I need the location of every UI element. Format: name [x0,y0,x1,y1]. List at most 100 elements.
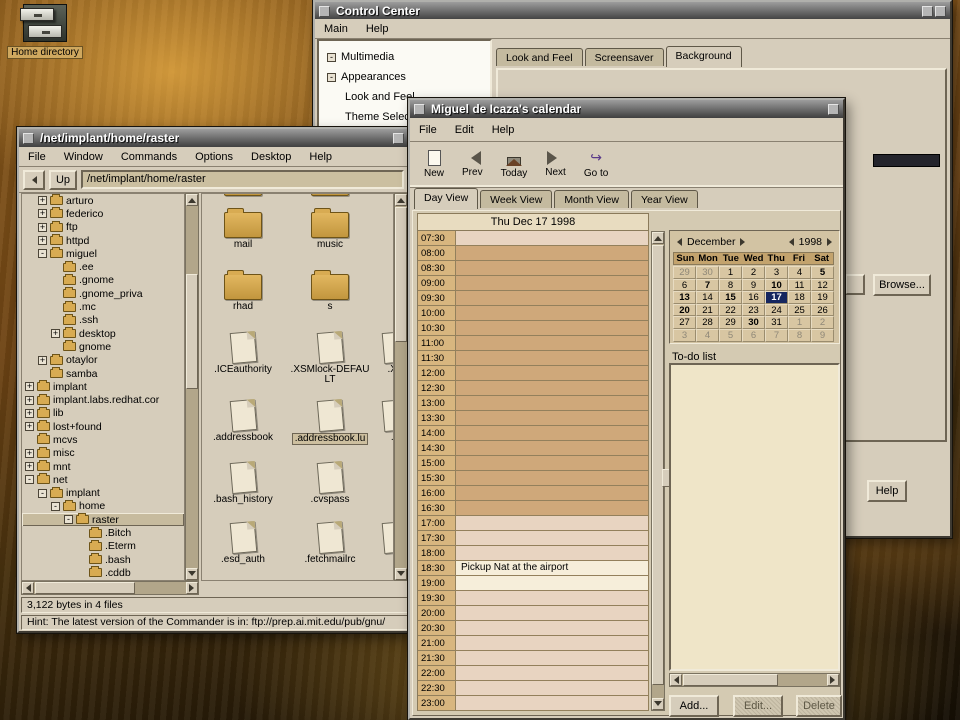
toolbar-new-button[interactable]: New [420,148,448,181]
time-slot[interactable] [456,246,649,261]
scrollbar-thumb[interactable] [35,582,135,594]
minical-day[interactable]: 10 [765,279,788,292]
tree-item[interactable]: -net [22,473,184,486]
minical-day[interactable]: 1 [719,266,742,279]
minical-day[interactable]: 25 [788,304,811,317]
minical-day[interactable]: 27 [673,316,696,329]
minical-day[interactable]: 3 [765,266,788,279]
menu-file[interactable]: File [410,122,446,138]
minical-day[interactable]: 15 [719,291,742,304]
time-slot[interactable] [456,351,649,366]
toolbar-prev-button[interactable]: Prev [458,149,487,180]
tree-item[interactable]: .bash [22,553,184,566]
scrollbar-thumb[interactable] [652,245,664,685]
time-slot[interactable] [456,591,649,606]
scrollbar-thumb[interactable] [186,274,198,389]
file-icon-item[interactable]: .addressbook [203,400,283,443]
time-slot[interactable] [456,261,649,276]
tree-item[interactable]: -home [22,500,184,513]
time-slot[interactable] [456,231,649,246]
help-button[interactable]: Help [867,480,907,502]
scroll-right-button[interactable] [186,582,198,594]
minical-day[interactable]: 5 [811,266,834,279]
minical-day[interactable]: 9 [742,279,765,292]
menu-options[interactable]: Options [186,149,242,165]
time-slot[interactable] [456,336,649,351]
minical-day[interactable]: 29 [673,266,696,279]
expander-icon[interactable]: - [64,515,73,524]
iconify-button[interactable] [922,6,933,17]
minical-day[interactable]: 12 [811,279,834,292]
maximize-button[interactable] [935,6,946,17]
expander-icon[interactable]: - [327,53,336,62]
time-slot[interactable] [456,456,649,471]
menu-help[interactable]: Help [483,122,524,138]
tree-item[interactable]: .ssh [22,314,184,327]
minical-day[interactable]: 8 [788,329,811,342]
tree-item[interactable]: .Bitch [22,526,184,539]
window-menu-button[interactable] [319,6,330,17]
minical-day[interactable]: 16 [742,291,765,304]
minical-day[interactable]: 23 [742,304,765,317]
tab-background[interactable]: Background [666,46,742,67]
file-manager-titlebar[interactable]: /net/implant/home/raster [19,129,408,147]
tree-item[interactable]: .mc [22,300,184,313]
tab-day-view[interactable]: Day View [414,188,478,209]
expander-icon[interactable]: + [25,422,34,431]
time-slot[interactable] [456,651,649,666]
time-slot[interactable] [456,321,649,336]
close-button[interactable] [393,133,404,144]
tree-item[interactable]: -miguel [22,247,184,260]
todo-horizontal-scrollbar[interactable] [669,673,840,687]
minical-day[interactable]: 30 [696,266,719,279]
time-slot[interactable] [456,291,649,306]
tab-week-view[interactable]: Week View [480,190,552,208]
expander-icon[interactable]: + [25,409,34,418]
time-slot[interactable] [456,276,649,291]
file-icon-item[interactable]: .Xa [355,332,394,375]
minical-day[interactable]: 3 [673,329,696,342]
minical-day[interactable]: 29 [719,316,742,329]
time-slot[interactable] [456,426,649,441]
menu-commands[interactable]: Commands [112,149,186,165]
expander-icon[interactable]: + [38,209,47,218]
expander-icon[interactable]: + [38,356,47,365]
menu-help[interactable]: Help [300,149,341,165]
scrollbar-thumb[interactable] [395,207,407,342]
tree-item[interactable]: .cddb [22,566,184,579]
edit-todo-button[interactable]: Edit... [733,695,783,717]
minical-day[interactable]: 21 [696,304,719,317]
toolbar-today-button[interactable]: Today [497,149,532,181]
minical-day[interactable]: 17 [765,291,788,304]
expander-icon[interactable]: - [51,502,60,511]
color-picker-button[interactable] [845,274,865,295]
expander-icon[interactable]: + [38,236,47,245]
time-slot[interactable] [456,546,649,561]
time-slot[interactable] [456,636,649,651]
time-slot[interactable] [456,696,649,711]
tree-item[interactable]: +implant [22,380,184,393]
file-icon-item[interactable]: rhad [203,274,283,312]
toolbar-go-to-button[interactable]: ↪Go to [580,148,612,181]
time-slot[interactable] [456,606,649,621]
window-menu-button[interactable] [23,133,34,144]
time-slot[interactable] [456,471,649,486]
next-year-button[interactable] [824,238,836,246]
minical-day[interactable]: 5 [719,329,742,342]
file-icon-item[interactable]: music [290,212,370,250]
menu-desktop[interactable]: Desktop [242,149,300,165]
time-slot[interactable] [456,306,649,321]
minical-day[interactable]: 11 [788,279,811,292]
tab-month-view[interactable]: Month View [554,190,629,208]
time-slot[interactable] [456,621,649,636]
window-menu-button[interactable] [414,104,425,115]
scroll-down-button[interactable] [652,698,664,710]
minical-day[interactable]: 2 [811,316,834,329]
location-input[interactable]: /net/implant/home/raster [81,170,404,189]
expander-icon[interactable]: - [38,249,47,258]
back-button[interactable] [23,170,45,190]
menu-file[interactable]: File [19,149,55,165]
tree-item[interactable]: +mnt [22,460,184,473]
expander-icon[interactable]: + [25,396,34,405]
expander-icon[interactable]: - [327,73,336,82]
